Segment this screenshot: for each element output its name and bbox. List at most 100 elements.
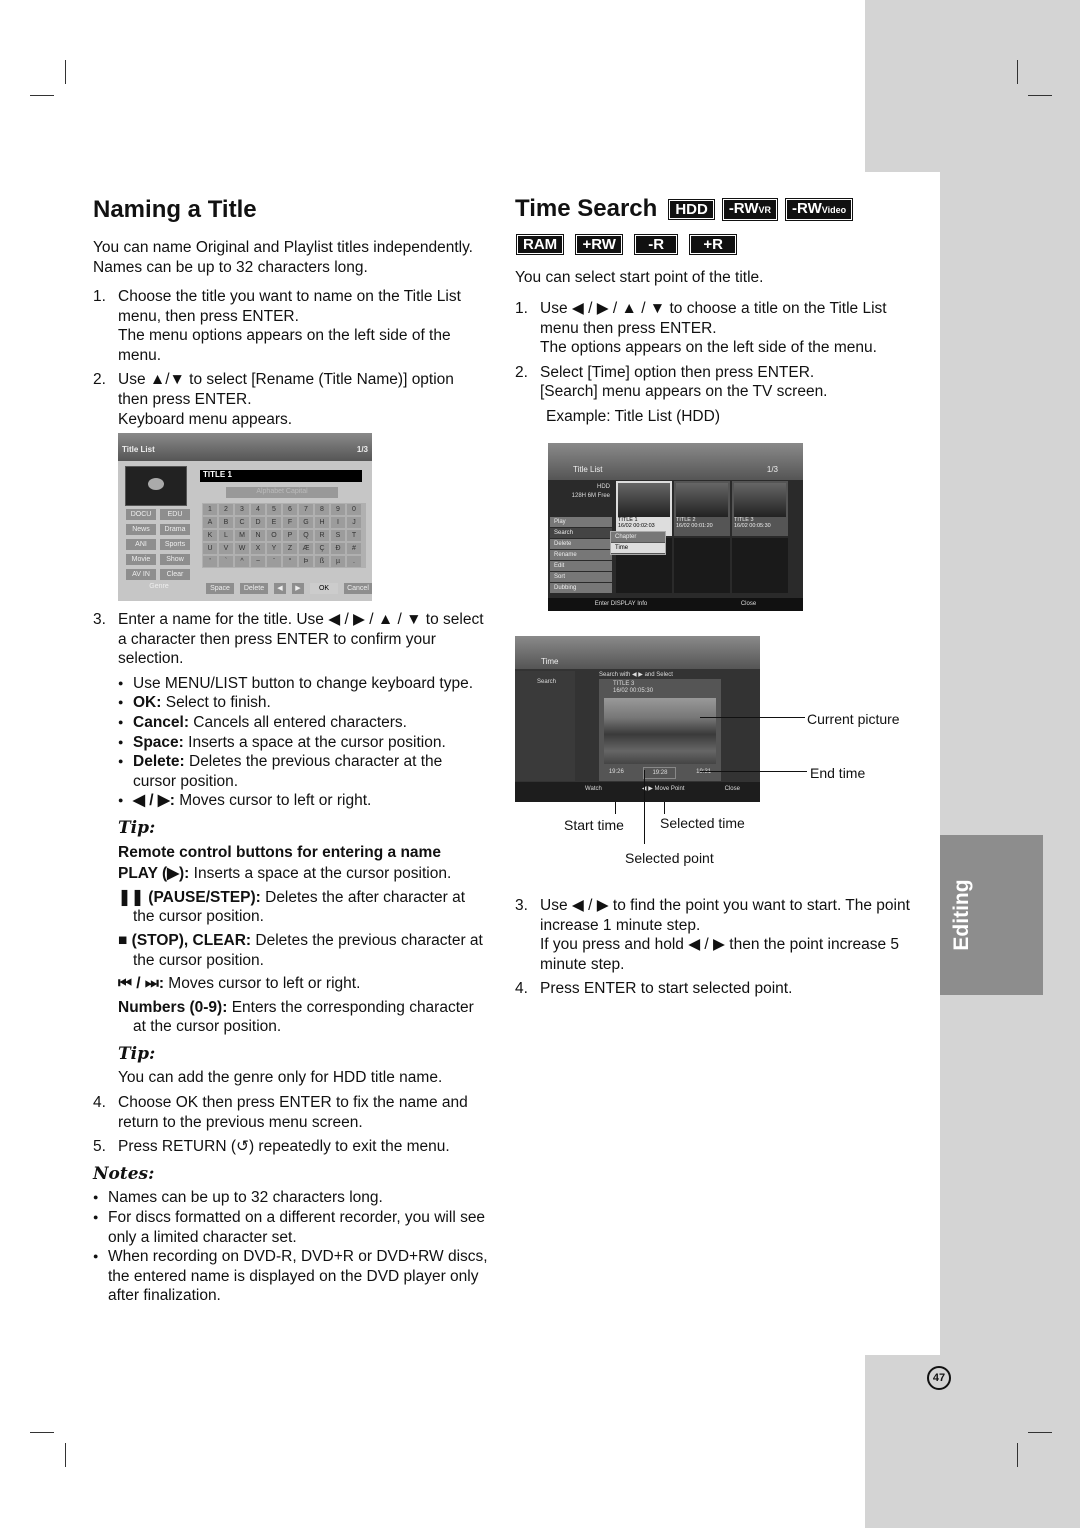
step-subtext: [Search] menu appears on the TV screen. xyxy=(540,383,828,401)
badge-row: RAM +RW -R +R xyxy=(515,234,745,255)
footer-right: Close xyxy=(740,601,757,607)
steps-1-2: 1. Choose the title you want to name on t… xyxy=(93,287,488,434)
menu-item: Delete xyxy=(550,539,612,549)
note: When recording on DVD-R, DVD+R or DVD+RW… xyxy=(93,1247,488,1306)
menu-item: Rename xyxy=(550,550,612,560)
thumbnail-image xyxy=(734,483,786,517)
badge-rw-video: -RWVideo xyxy=(785,197,854,221)
genre-label: Genre xyxy=(149,583,169,590)
keyboard-mode: Alphabet Capital xyxy=(226,487,338,498)
callout-selected-time: Selected time xyxy=(660,815,745,831)
step-text: Press ENTER to start selected point. xyxy=(540,980,793,998)
step: 1. Use ◀ / ▶ / ▲ / ▼ to choose a title on… xyxy=(515,299,915,358)
tip-item-bold: PLAY (▶): xyxy=(118,865,190,883)
badge-hdd: HDD xyxy=(668,198,715,220)
keyboard-key: N xyxy=(251,530,265,541)
step: 1. Choose the title you want to name on t… xyxy=(93,287,488,365)
intro-text: You can select start point of the title. xyxy=(515,269,764,286)
genre-button: AV IN xyxy=(126,569,156,580)
step: 3. Use ◀ / ▶ to find the point you want t… xyxy=(515,896,915,974)
step-subtext: Keyboard menu appears. xyxy=(118,410,293,428)
genre-button: News xyxy=(126,524,156,535)
keyboard-key: R xyxy=(315,530,329,541)
step-text: Enter a name for the title. Use ◀ / ▶ / … xyxy=(118,611,484,668)
thumbnail-image xyxy=(618,483,670,517)
keyboard-menu-screenshot: Title List 1/3 TITLE 1 Alphabet Capital D… xyxy=(118,433,372,601)
genre-button: EDU xyxy=(160,509,190,520)
title-duration: 00:01:20 xyxy=(691,523,713,529)
time-row: 19:26 19:28 19:31 xyxy=(599,767,721,779)
screen-page: 1/3 xyxy=(766,465,778,474)
steps-3-4: 3. Use ◀ / ▶ to find the point you want t… xyxy=(515,896,915,1004)
title-thumbnails: TITLE 1 16/02 00:02:03 TITLE 2 16/02 00:01:… xyxy=(616,481,788,536)
keyboard-key: Ç xyxy=(315,543,329,554)
step-number: 4. xyxy=(515,980,528,998)
step: 2. Select [Time] option then press ENTER.… xyxy=(515,363,915,402)
screen-header: Time xyxy=(515,636,760,669)
keyboard-bottom-row: Space Delete ◀ ▶ OK Cancel xyxy=(204,581,372,596)
step-text: Choose OK then press ENTER to fix the na… xyxy=(118,1094,468,1131)
tip-item-bold: ❚❚ (PAUSE/STEP): xyxy=(118,888,261,906)
menu-item: Search xyxy=(550,528,612,538)
submenu-item: Chapter xyxy=(611,532,665,542)
crop-mark xyxy=(1017,60,1018,84)
search-submenu: Chapter Time xyxy=(610,531,666,555)
menu-item: Play xyxy=(550,517,612,527)
editing-tab-label: Editing xyxy=(950,879,973,951)
keyboard-key: ` xyxy=(219,556,233,567)
bullet-list: Use MENU/LIST button to change keyboard … xyxy=(93,674,488,1088)
keyboard-key: Y xyxy=(267,543,281,554)
callout-current-picture: Current picture xyxy=(807,711,900,727)
step-subtext: If you press and hold ◀ / ▶ then the poi… xyxy=(540,936,900,973)
step: 5. Press RETURN (↺) repeatedly to exit th… xyxy=(93,1137,488,1157)
step-number: 1. xyxy=(93,288,106,305)
step-number: 1. xyxy=(515,300,528,317)
keyboard-key: 0 xyxy=(347,504,361,515)
selected-time: 19:28 xyxy=(643,767,677,779)
example-label: Example: Title List (HDD) xyxy=(546,407,720,425)
screen-footer: Enter DISPLAY Info Close xyxy=(548,598,803,611)
genre-button: DOCU xyxy=(126,509,156,520)
crop-mark xyxy=(30,95,54,96)
time-search-heading: Time Search HDD -RWVR -RWVideo xyxy=(515,195,861,223)
tip-label: Tip: xyxy=(118,1043,156,1064)
step-text: Use ▲/▼ to select [Rename (Title Name)] … xyxy=(118,371,454,408)
footer-item: Watch xyxy=(585,786,602,792)
screen-header: Title List xyxy=(122,445,155,454)
ok-key: OK xyxy=(310,583,338,594)
keyboard-key: Q xyxy=(299,530,313,541)
delete-key: Delete xyxy=(240,583,268,594)
keyboard-key: A xyxy=(203,517,217,528)
keyboard-key: ¨ xyxy=(267,556,281,567)
keyboard-key: 9 xyxy=(331,504,345,515)
step-subtext: The options appears on the left side of … xyxy=(540,339,877,357)
callout-line xyxy=(700,717,805,718)
keyboard-key: K xyxy=(203,530,217,541)
footer-item: ◀ ▶ Move Point xyxy=(641,786,685,792)
tip-text: You can add the genre only for HDD title… xyxy=(118,1069,443,1087)
step-subtext: The menu options appears on the left sid… xyxy=(118,327,451,364)
preview-info: 16/02 00:05:30 xyxy=(613,688,654,694)
keyboard-key: J xyxy=(347,517,361,528)
keyboard-key: H xyxy=(315,517,329,528)
title-date: 16/02 xyxy=(676,523,690,529)
section-title: Naming a Title xyxy=(93,196,257,223)
keyboard-key: B xyxy=(219,517,233,528)
tip-item-bold: ■ (STOP), CLEAR: xyxy=(118,931,252,949)
keyboard-key: V xyxy=(219,543,233,554)
submenu-item: Time xyxy=(611,543,665,553)
keyboard-key: U xyxy=(203,543,217,554)
keyboard-key: 1 xyxy=(203,504,217,515)
callout-line xyxy=(615,802,616,814)
step-number: 4. xyxy=(93,1094,106,1112)
options-menu: Play Search Delete Rename Edit Sort Dubbing xyxy=(550,517,612,594)
step: 4. Choose OK then press ENTER to fix the … xyxy=(93,1093,488,1132)
disc-free: 128H 6M Free xyxy=(571,493,610,499)
bullet-bold: Delete: xyxy=(133,753,185,771)
keyboard-key: . xyxy=(347,556,361,567)
bullet: OK: Select to finish. xyxy=(118,693,488,713)
step-text: Use ◀ / ▶ to find the point you want to … xyxy=(540,897,910,934)
page-number: 47 xyxy=(927,1366,951,1390)
tip-label: Tip: xyxy=(118,817,156,838)
genre-button: ANI xyxy=(126,539,156,550)
